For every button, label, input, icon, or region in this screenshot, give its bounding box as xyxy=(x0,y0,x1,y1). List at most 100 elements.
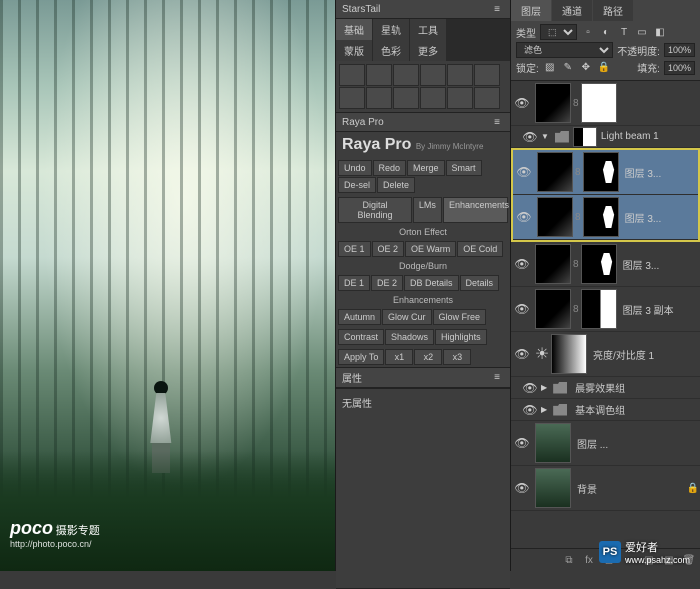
link-layers-icon[interactable]: ⧉ xyxy=(562,553,576,567)
action-slot[interactable] xyxy=(393,64,419,86)
lock-pixel-icon[interactable]: ✎ xyxy=(561,61,575,75)
lock-trans-icon[interactable]: ▨ xyxy=(543,61,557,75)
opacity-value[interactable]: 100% xyxy=(664,43,695,57)
filter-shape-icon[interactable]: ▭ xyxy=(635,25,649,39)
panel-menu-icon[interactable]: ≡ xyxy=(490,2,504,16)
layer-name[interactable]: 图层 3... xyxy=(621,210,698,225)
visibility-toggle[interactable]: 👁 xyxy=(513,165,535,179)
tab-layers[interactable]: 图层 xyxy=(511,0,551,21)
de2-button[interactable]: DE 2 xyxy=(371,275,403,291)
oe-cold-button[interactable]: OE Cold xyxy=(457,241,503,257)
shadows-button[interactable]: Shadows xyxy=(385,329,434,345)
glow-cur-button[interactable]: Glow Cur xyxy=(382,309,432,325)
oe-warm-button[interactable]: OE Warm xyxy=(405,241,456,257)
layer-row[interactable]: 👁 8 图层 3... xyxy=(513,150,698,195)
apply-x2[interactable]: x2 xyxy=(414,349,442,365)
fill-value[interactable]: 100% xyxy=(664,61,695,75)
lock-pos-icon[interactable]: ✥ xyxy=(579,61,593,75)
action-slot[interactable] xyxy=(339,64,365,86)
action-slot[interactable] xyxy=(474,64,500,86)
visibility-toggle[interactable]: 👁 xyxy=(519,130,541,144)
layer-name[interactable]: 图层 3 副本 xyxy=(619,302,700,317)
layer-name[interactable]: 图层 3... xyxy=(621,165,698,180)
de1-button[interactable]: DE 1 xyxy=(338,275,370,291)
filter-adjust-icon[interactable]: ◐ xyxy=(599,25,613,39)
filter-smart-icon[interactable]: ◧ xyxy=(653,25,667,39)
apply-to-button[interactable]: Apply To xyxy=(338,349,384,365)
layer-name[interactable]: 背景 xyxy=(573,481,686,496)
visibility-toggle[interactable]: 👁 xyxy=(519,381,541,395)
blend-mode-select[interactable]: 滤色 xyxy=(516,42,613,58)
visibility-toggle[interactable]: 👁 xyxy=(511,481,533,495)
visibility-toggle[interactable]: 👁 xyxy=(513,210,535,224)
merge-button[interactable]: Merge xyxy=(407,160,445,176)
layer-row[interactable]: 👁 ☀ 亮度/对比度 1 xyxy=(511,332,700,377)
tab-channels[interactable]: 通道 xyxy=(552,0,592,21)
enhancements-button[interactable]: Enhancements xyxy=(443,197,508,223)
oe2-button[interactable]: OE 2 xyxy=(372,241,405,257)
tab-basic[interactable]: 基础 xyxy=(336,19,372,40)
visibility-toggle[interactable]: 👁 xyxy=(519,403,541,417)
tab-paths[interactable]: 路径 xyxy=(593,0,633,21)
layer-row[interactable]: 👁 8 图层 3 副本 xyxy=(511,287,700,332)
apply-x3[interactable]: x3 xyxy=(443,349,471,365)
action-slot[interactable] xyxy=(420,87,446,109)
undo-button[interactable]: Undo xyxy=(338,160,372,176)
desel-button[interactable]: De-sel xyxy=(338,177,376,193)
group-row[interactable]: 👁 ▶ 基本调色组 xyxy=(511,399,700,421)
subtab-mask[interactable]: 蒙版 xyxy=(336,40,372,61)
visibility-toggle[interactable]: 👁 xyxy=(511,302,533,316)
details-button[interactable]: Details xyxy=(460,275,500,291)
highlights-button[interactable]: Highlights xyxy=(435,329,487,345)
layer-name[interactable]: 晨雾效果组 xyxy=(571,380,700,395)
subtab-color[interactable]: 色彩 xyxy=(373,40,409,61)
visibility-toggle[interactable]: 👁 xyxy=(511,257,533,271)
tab-startrail[interactable]: 星轨 xyxy=(373,19,409,40)
visibility-toggle[interactable]: 👁 xyxy=(511,96,533,110)
action-slot[interactable] xyxy=(366,64,392,86)
action-slot[interactable] xyxy=(393,87,419,109)
visibility-toggle[interactable]: 👁 xyxy=(511,347,533,361)
fx-icon[interactable]: fx xyxy=(582,553,596,567)
layer-row[interactable]: 👁 背景 🔒 xyxy=(511,466,700,511)
tab-tools[interactable]: 工具 xyxy=(410,19,446,40)
action-slot[interactable] xyxy=(474,87,500,109)
digital-blending-button[interactable]: Digital Blending xyxy=(338,197,412,223)
apply-x1[interactable]: x1 xyxy=(385,349,413,365)
lms-button[interactable]: LMs xyxy=(413,197,442,223)
filter-image-icon[interactable]: ▫ xyxy=(581,25,595,39)
document-canvas[interactable]: poco 摄影专题 http://photo.poco.cn/ xyxy=(0,0,335,571)
layers-list[interactable]: 👁 8 👁 ▼ Light beam 1 👁 8 图层 3... xyxy=(511,81,700,548)
filter-kind-select[interactable]: ⬚ xyxy=(540,24,577,40)
action-slot[interactable] xyxy=(366,87,392,109)
layer-name[interactable]: Light beam 1 xyxy=(597,131,700,142)
filter-type-icon[interactable]: T xyxy=(617,25,631,39)
action-slot[interactable] xyxy=(447,87,473,109)
panel-menu-icon[interactable]: ≡ xyxy=(490,371,504,385)
visibility-toggle[interactable]: 👁 xyxy=(511,436,533,450)
oe1-button[interactable]: OE 1 xyxy=(338,241,371,257)
delete-button[interactable]: Delete xyxy=(377,177,415,193)
glow-free-button[interactable]: Glow Free xyxy=(433,309,487,325)
expand-arrow-icon[interactable]: ▶ xyxy=(541,383,547,392)
layer-name[interactable]: 基本调色组 xyxy=(571,402,700,417)
smart-button[interactable]: Smart xyxy=(446,160,482,176)
panel-menu-icon[interactable]: ≡ xyxy=(490,115,504,129)
lock-all-icon[interactable]: 🔒 xyxy=(597,61,611,75)
layer-row[interactable]: 👁 8 xyxy=(511,81,700,126)
expand-arrow-icon[interactable]: ▶ xyxy=(541,405,547,414)
layer-row[interactable]: 👁 图层 ... xyxy=(511,421,700,466)
layer-row[interactable]: 👁 8 图层 3... xyxy=(513,195,698,240)
subtab-more[interactable]: 更多 xyxy=(410,40,446,61)
group-row[interactable]: 👁 ▼ Light beam 1 xyxy=(511,126,700,148)
autumn-button[interactable]: Autumn xyxy=(338,309,381,325)
layer-name[interactable]: 图层 ... xyxy=(573,436,700,451)
expand-arrow-icon[interactable]: ▼ xyxy=(541,132,549,141)
action-slot[interactable] xyxy=(339,87,365,109)
layer-row[interactable]: 👁 8 图层 3... xyxy=(511,242,700,287)
layer-name[interactable]: 亮度/对比度 1 xyxy=(589,347,700,362)
action-slot[interactable] xyxy=(420,64,446,86)
action-slot[interactable] xyxy=(447,64,473,86)
db-details-button[interactable]: DB Details xyxy=(404,275,459,291)
layer-name[interactable]: 图层 3... xyxy=(619,257,700,272)
